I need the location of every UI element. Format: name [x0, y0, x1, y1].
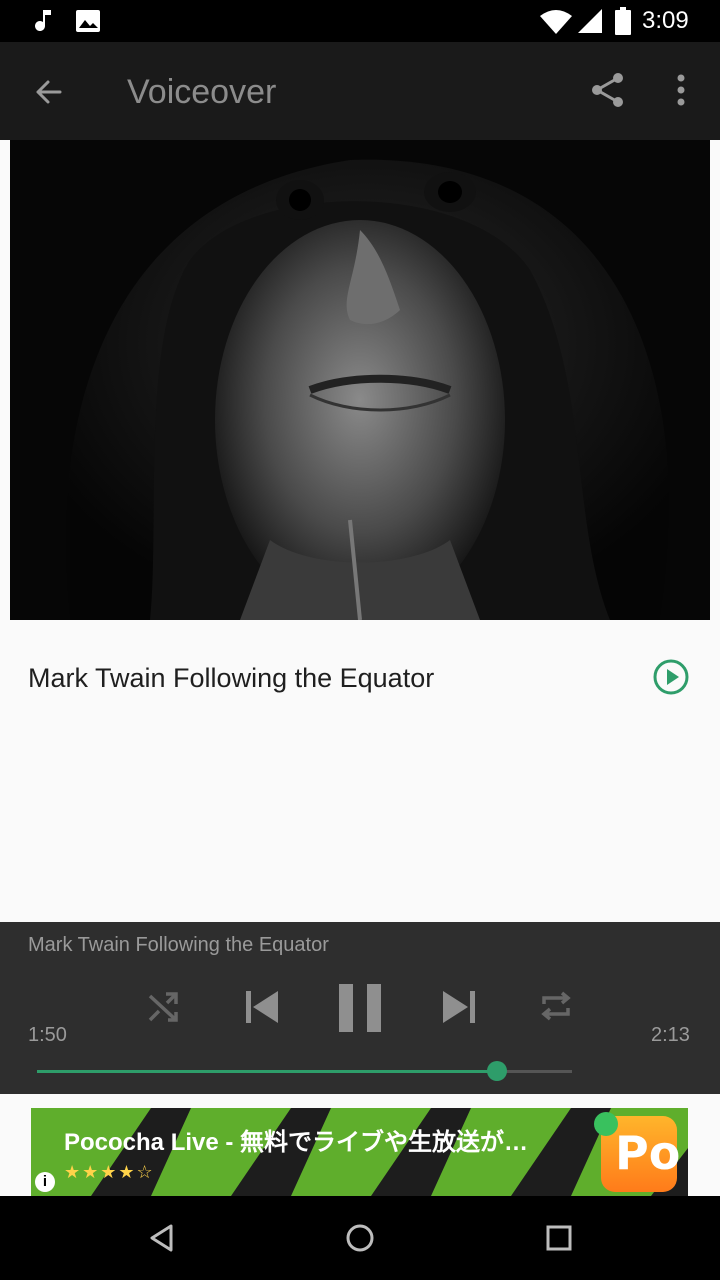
skip-previous-icon[interactable] — [243, 988, 281, 1026]
now-playing-title: Mark Twain Following the Equator — [28, 934, 329, 956]
image-icon — [76, 10, 100, 32]
nav-recents-icon[interactable] — [543, 1222, 575, 1254]
pause-icon[interactable] — [337, 982, 383, 1034]
status-time: 3:09 — [642, 7, 689, 34]
battery-icon — [615, 7, 631, 35]
ad-info-icon[interactable]: i — [35, 1172, 55, 1192]
total-duration: 2:13 — [651, 1024, 690, 1046]
repeat-icon[interactable] — [538, 988, 574, 1024]
more-vert-icon[interactable] — [668, 70, 694, 110]
signal-icon — [578, 9, 602, 33]
seek-thumb[interactable] — [487, 1061, 508, 1081]
track-list-item[interactable]: Mark Twain Following the Equator — [0, 620, 720, 920]
ad-badge-icon — [594, 1112, 618, 1136]
nav-home-icon[interactable] — [344, 1222, 376, 1254]
system-nav-bar — [0, 1196, 720, 1280]
app-toolbar: Voiceover — [0, 42, 720, 140]
music-note-icon — [35, 10, 51, 31]
ad-banner[interactable]: Pococha Live - 無料でライブや生放送が… ★★★★☆ i Po — [31, 1108, 688, 1196]
track-title: Mark Twain Following the Equator — [28, 663, 435, 693]
ad-container: Pococha Live - 無料でライブや生放送が… ★★★★☆ i Po — [0, 1094, 720, 1196]
ad-rating: ★★★★☆ — [64, 1162, 155, 1182]
back-arrow-icon[interactable] — [30, 74, 66, 110]
mini-player: Mark Twain Following the Equator 1:50 2:… — [0, 922, 720, 1094]
portrait-image — [10, 140, 710, 620]
share-icon[interactable] — [588, 70, 628, 110]
nav-back-icon[interactable] — [146, 1222, 178, 1254]
seek-progress — [37, 1070, 498, 1073]
play-circle-icon[interactable] — [652, 658, 690, 696]
album-artwork — [10, 140, 710, 620]
status-bar: 3:09 — [0, 0, 720, 42]
page-title: Voiceover — [127, 73, 277, 111]
elapsed-time: 1:50 — [28, 1024, 67, 1046]
ad-app-icon-text: Po — [615, 1126, 681, 1180]
skip-next-icon[interactable] — [440, 988, 478, 1026]
ad-headline: Pococha Live - 無料でライブや生放送が… — [64, 1129, 529, 1156]
shuffle-icon[interactable] — [146, 990, 180, 1024]
seek-bar[interactable] — [37, 1058, 572, 1084]
wifi-icon — [540, 10, 572, 34]
